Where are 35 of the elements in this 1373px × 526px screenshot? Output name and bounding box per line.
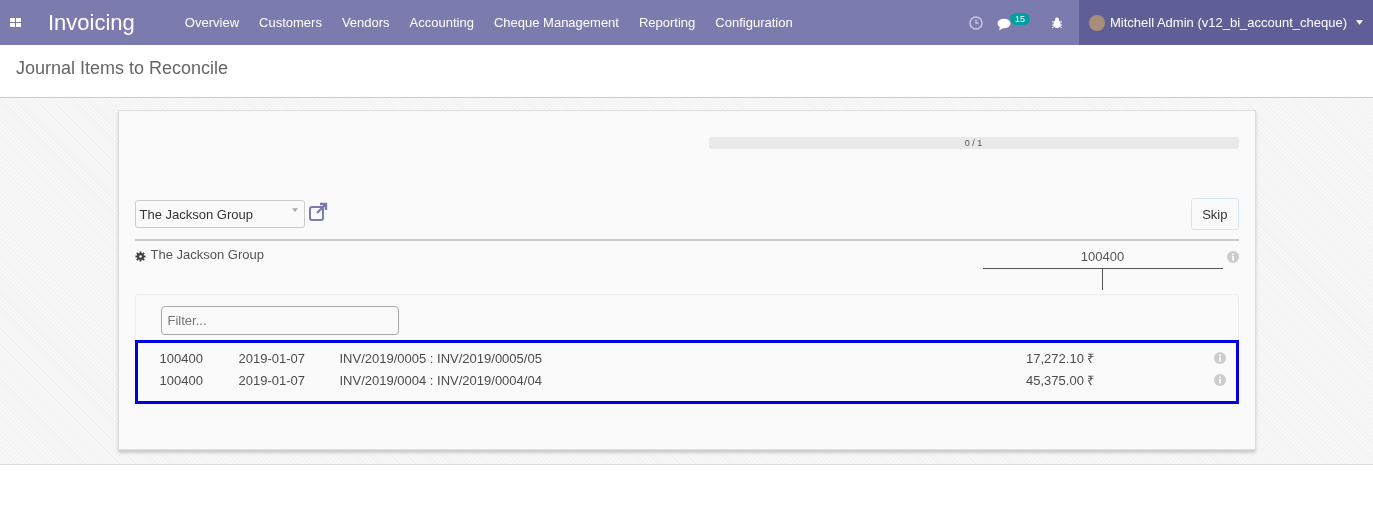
date-cell-text: 2019-01-07 <box>238 350 306 366</box>
menu-item[interactable]: Cheque Management <box>483 15 629 30</box>
progress-reading: 0 / 1 <box>964 137 983 149</box>
avatar <box>1088 14 1105 31</box>
user-menu[interactable]: Mitchell Admin (v12_bi_account_cheque) <box>1078 0 1373 45</box>
menu-item[interactable]: Configuration <box>705 15 803 30</box>
bug-icon[interactable] <box>1050 16 1063 29</box>
menu-item[interactable]: Accounting <box>399 15 484 30</box>
account-code: 100400 <box>1079 249 1126 264</box>
page-title: Journal Items to Reconcile <box>16 57 229 79</box>
caret-icon <box>1356 20 1363 25</box>
date-cell-text: 2019-01-07 <box>238 372 306 388</box>
clock-icon[interactable] <box>968 15 983 30</box>
reference-cell-text: INV/2019/0005 : INV/2019/0005/05 <box>339 350 543 366</box>
partner-select[interactable]: The Jackson Group <box>134 200 305 228</box>
chat-icon <box>996 17 1013 31</box>
filter-field[interactable]: Filter... <box>160 306 399 335</box>
amount-cell-text: 45,375.00 ₹ <box>1025 372 1095 389</box>
menu-item[interactable]: Vendors <box>331 15 400 30</box>
menu-item[interactable]: Reporting <box>628 15 706 30</box>
menu-item[interactable]: Overview <box>174 15 250 30</box>
message-count-badge: 15 <box>1009 12 1030 25</box>
caret-icon <box>291 208 298 212</box>
account-code: 100400 <box>158 350 204 366</box>
messages-button[interactable]: 15 <box>996 12 1037 33</box>
partner-name: The Jackson Group <box>150 247 264 262</box>
account-code: 100400 <box>158 372 204 388</box>
reference-cell-text: INV/2019/0004 : INV/2019/0004/04 <box>339 372 543 388</box>
external-link-icon[interactable] <box>307 202 328 222</box>
apps-menu-icon[interactable] <box>10 17 22 28</box>
app-title: Invoicing <box>48 9 135 36</box>
gear-icon[interactable] <box>134 250 146 262</box>
menu-item[interactable]: Customers <box>249 15 332 30</box>
skip-button[interactable]: Skip <box>1191 198 1239 230</box>
amount-cell-text: 17,272.10 ₹ <box>1025 350 1095 367</box>
